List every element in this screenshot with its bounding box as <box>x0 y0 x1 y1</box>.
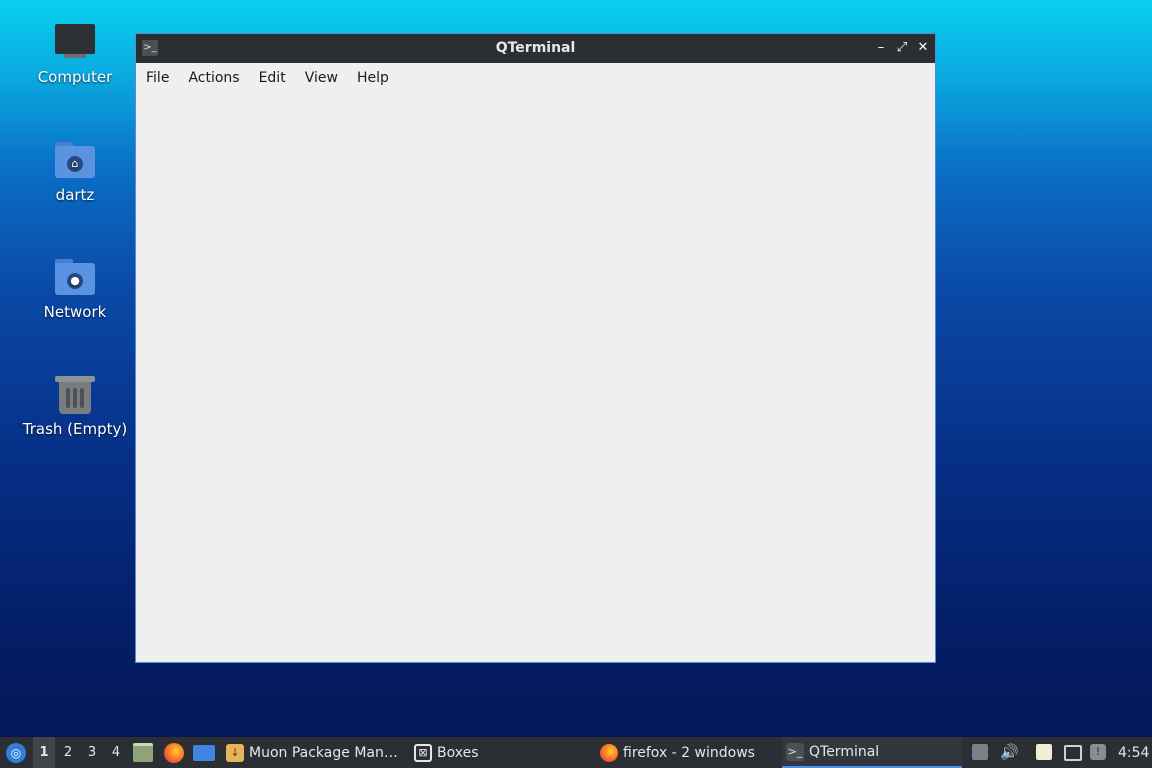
desktop-switch-2[interactable]: 2 <box>57 737 79 768</box>
menu-actions[interactable]: Actions <box>180 70 247 86</box>
start-menu-button[interactable]: ◎ <box>4 737 28 768</box>
package-icon: ↓ <box>226 743 244 762</box>
terminal-icon: >_ <box>786 742 804 761</box>
menu-view[interactable]: View <box>297 70 346 86</box>
task-firefox[interactable]: firefox - 2 windows <box>596 737 780 768</box>
task-qterminal[interactable]: >_ QTerminal <box>782 737 962 768</box>
minimize-button[interactable]: – <box>872 39 890 57</box>
desktop-icon-trash[interactable]: Trash (Empty) <box>18 372 132 438</box>
menu-bar: File Actions Edit View Help <box>136 63 935 93</box>
close-button[interactable]: ✕ <box>914 39 932 57</box>
taskbar: ◎ 1 2 3 4 ↓ Muon Package Man… ⊠ Boxes fi… <box>0 737 1152 768</box>
network-folder-icon: ● <box>53 255 97 299</box>
window-titlebar[interactable]: >_ QTerminal – ⤢ ✕ <box>136 34 935 63</box>
computer-icon <box>53 20 97 64</box>
task-label: Boxes <box>437 744 479 761</box>
menu-help[interactable]: Help <box>349 70 397 86</box>
task-muon[interactable]: ↓ Muon Package Man… <box>222 737 406 768</box>
notification-icon[interactable]: ! <box>1090 744 1106 760</box>
menu-file[interactable]: File <box>138 70 177 86</box>
clock[interactable]: 4:54 <box>1118 737 1149 768</box>
desktop-icon-computer[interactable]: Computer <box>18 20 132 86</box>
quicklaunch-desktop[interactable] <box>193 737 215 768</box>
network-status-icon[interactable] <box>1064 745 1082 761</box>
home-folder-icon: ⌂ <box>53 138 97 182</box>
desktop-switch-4[interactable]: 4 <box>105 737 127 768</box>
desktop-icon-label: Computer <box>37 68 113 86</box>
firefox-icon <box>164 742 184 763</box>
clipboard-icon[interactable] <box>1036 744 1052 760</box>
desktop-switch-3[interactable]: 3 <box>81 737 103 768</box>
boxes-icon: ⊠ <box>414 743 432 762</box>
file-manager-icon <box>133 743 153 762</box>
desktop-switch-1[interactable]: 1 <box>33 737 55 768</box>
quicklaunch-files[interactable] <box>133 737 153 768</box>
qterminal-window[interactable]: >_ QTerminal – ⤢ ✕ File Actions Edit Vie… <box>135 33 936 663</box>
show-desktop-icon <box>193 744 215 761</box>
window-title: QTerminal <box>495 40 576 56</box>
volume-icon[interactable]: 🔊 <box>1000 744 1019 760</box>
desktop-icon-label: dartz <box>55 186 95 204</box>
desktop-icon-home[interactable]: ⌂ dartz <box>18 138 132 204</box>
task-label: QTerminal <box>809 743 880 760</box>
tray-update-icon[interactable] <box>972 744 988 760</box>
task-boxes[interactable]: ⊠ Boxes <box>410 737 584 768</box>
trash-icon <box>53 372 97 416</box>
desktop-icon-network[interactable]: ● Network <box>18 255 132 321</box>
maximize-button[interactable]: ⤢ <box>893 39 911 57</box>
menu-edit[interactable]: Edit <box>251 70 294 86</box>
desktop-icon-label: Trash (Empty) <box>22 420 128 438</box>
quicklaunch-firefox[interactable] <box>164 737 184 768</box>
task-label: Muon Package Man… <box>249 744 398 761</box>
desktop-icon-label: Network <box>43 303 107 321</box>
terminal-area[interactable] <box>136 93 935 662</box>
firefox-icon <box>600 743 618 762</box>
lubuntu-logo-icon: ◎ <box>6 742 26 763</box>
task-label: firefox - 2 windows <box>623 744 755 761</box>
